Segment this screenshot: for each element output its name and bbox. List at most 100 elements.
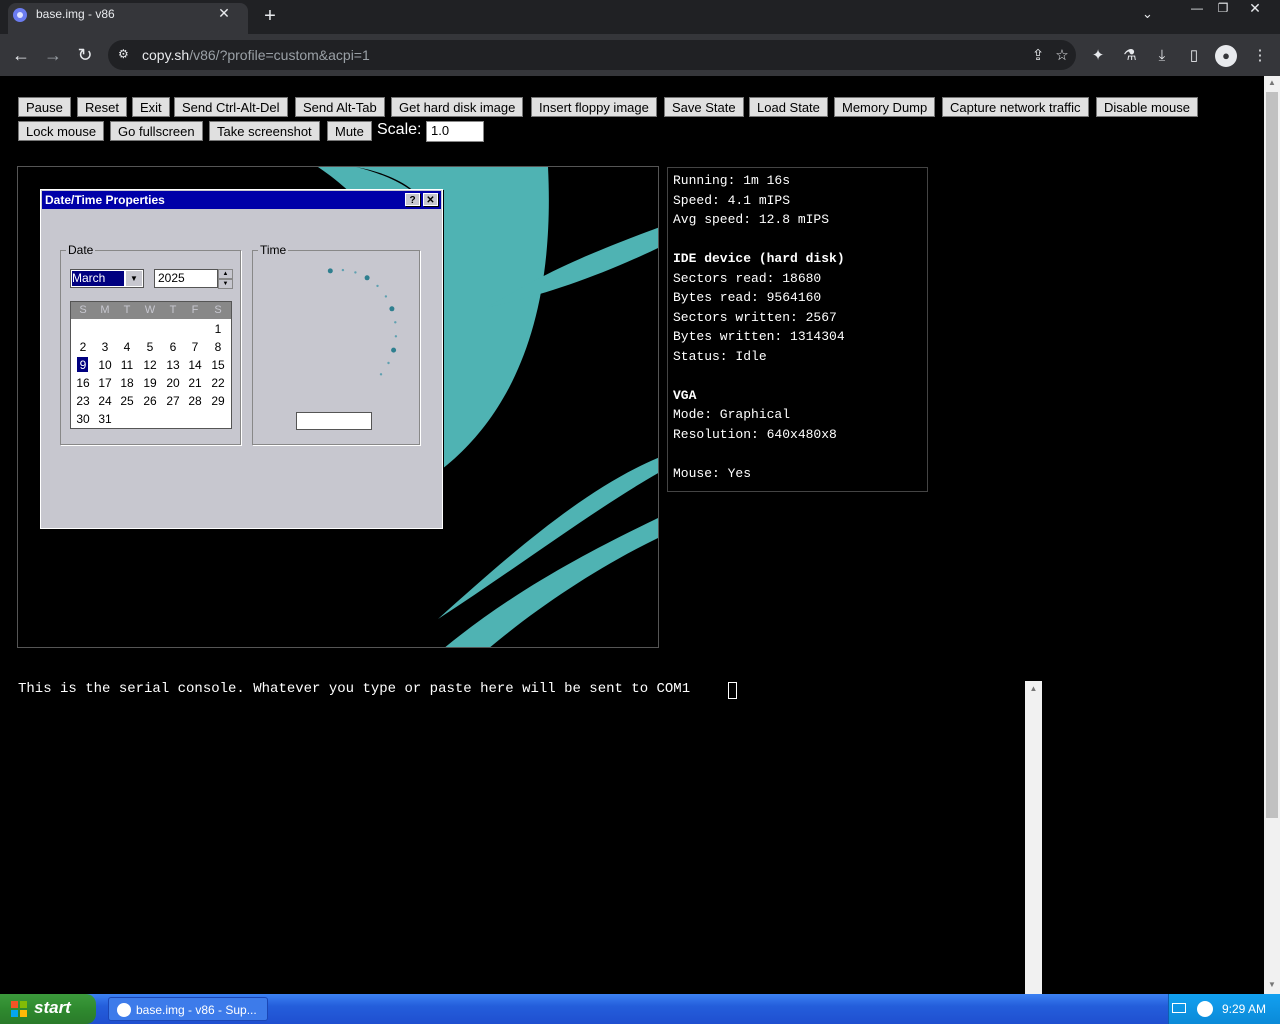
save-state-button[interactable]: Save State [664,97,744,117]
window-restore-icon[interactable]: ❐ [1208,0,1238,18]
share-icon[interactable]: ⇪ [1028,46,1048,66]
calendar-day[interactable]: 26 [139,392,161,410]
new-tab-icon[interactable]: + [258,5,282,27]
dialog-help-button[interactable]: ? [405,193,420,206]
calendar-day[interactable]: 17 [94,374,116,392]
exit-button[interactable]: Exit [132,97,170,117]
calendar-day-name: F [191,304,199,316]
serial-console[interactable] [17,681,1042,994]
calendar-day[interactable]: 25 [116,392,138,410]
calendar-day[interactable]: 13 [162,356,184,374]
serial-scrollbar[interactable] [1025,681,1042,994]
calendar-day[interactable]: 24 [94,392,116,410]
calendar-day[interactable]: 16 [72,374,94,392]
reload-icon[interactable]: ↻ [74,44,96,66]
go-fullscreen-button[interactable]: Go fullscreen [110,121,203,141]
calendar-day[interactable]: 20 [162,374,184,392]
calendar-day[interactable]: 1 [207,320,229,338]
stat-sectors-read: Sectors read: 18680 [673,271,822,286]
back-icon[interactable]: ← [10,44,32,66]
stat-vga-heading: VGA [673,388,697,403]
clock-tick [391,347,397,353]
send-ctrl-alt-del-button[interactable]: Send Ctrl-Alt-Del [174,97,288,117]
calendar-day[interactable]: 23 [72,392,94,410]
bookmark-star-icon[interactable]: ☆ [1052,46,1072,66]
clock-tick [394,321,397,324]
tab-search-chevron-icon[interactable]: ⌄ [1142,6,1153,22]
calendar-day[interactable]: 5 [139,338,161,356]
load-state-button[interactable]: Load State [749,97,828,117]
clock-tick [384,295,388,298]
forward-icon[interactable]: → [42,44,64,66]
stat-sectors-written: Sectors written: 2567 [673,310,837,325]
memory-dump-button[interactable]: Memory Dump [834,97,936,117]
profile-avatar-icon[interactable]: ● [1215,45,1237,67]
calendar-day[interactable]: 10 [94,356,116,374]
tab-close-icon[interactable]: ✕ [216,5,232,22]
calendar-day[interactable]: 31 [94,410,116,428]
calendar-day-name: S [214,304,222,316]
date-group-label: Date [66,243,96,257]
calendar-day[interactable]: 3 [94,338,116,356]
insert-floppy-image-button[interactable]: Insert floppy image [531,97,657,117]
calendar-day[interactable]: 4 [116,338,138,356]
time-input[interactable] [296,412,372,430]
disable-mouse-button[interactable]: Disable mouse [1096,97,1198,117]
calendar-day[interactable]: 18 [116,374,138,392]
year-spin-up-icon[interactable]: ▲ [218,269,233,279]
calendar-day[interactable]: 2 [72,338,94,356]
calendar-day[interactable]: 28 [184,392,206,410]
take-screenshot-button[interactable]: Take screenshot [209,121,320,141]
scroll-down-arrow-icon[interactable]: ▼ [1264,980,1280,992]
extensions-puzzle-icon[interactable]: ✦ [1088,46,1108,66]
text-cursor [728,682,737,699]
get-hard-disk-image-button[interactable]: Get hard disk image [391,97,524,117]
calendar-day[interactable]: 21 [184,374,206,392]
calendar-day[interactable]: 15 [207,356,229,374]
reset-button[interactable]: Reset [77,97,127,117]
calendar-day[interactable]: 7 [184,338,206,356]
calendar-day[interactable]: 9 [72,356,94,374]
calendar-day[interactable]: 29 [207,392,229,410]
url-text[interactable]: copy.sh/v86/?profile=custom&acpi=1 [142,47,370,63]
calendar-day[interactable]: 11 [116,356,138,374]
clock-tick [394,335,398,338]
browser-app-icon [117,1003,131,1017]
labs-flask-icon[interactable]: ⚗ [1120,46,1140,66]
pause-button[interactable]: Pause [18,97,71,117]
dialog-close-button[interactable]: ✕ [423,193,438,206]
site-info-icon[interactable]: ⚙ [118,47,132,61]
calendar-day[interactable]: 8 [207,338,229,356]
network-tray-icon[interactable] [1197,1001,1213,1017]
capture-network-traffic-button[interactable]: Capture network traffic [942,97,1089,117]
mute-button[interactable]: Mute [327,121,372,141]
stat-bytes-written: Bytes written: 1314304 [673,329,845,344]
clock-tick [376,284,379,288]
side-panel-icon[interactable]: ▯ [1184,46,1204,66]
keyboard-tray-icon[interactable] [1172,1003,1186,1013]
calendar-day[interactable]: 14 [184,356,206,374]
page-scroll-thumb[interactable] [1266,92,1278,818]
dropdown-arrow-icon[interactable]: ▼ [126,271,142,286]
calendar-day[interactable]: 22 [207,374,229,392]
calendar-day[interactable]: 27 [162,392,184,410]
taskbar-clock: 9:29 AM [1222,1002,1267,1016]
serial-scroll-up-icon[interactable]: ▲ [1025,684,1042,693]
dialog-title: Date/Time Properties [45,193,165,207]
scroll-up-arrow-icon[interactable]: ▲ [1264,78,1280,90]
lock-mouse-button[interactable]: Lock mouse [18,121,105,141]
clock-tick [327,268,333,274]
clock-tick [364,275,370,281]
year-input[interactable]: 2025 [154,269,218,288]
window-close-icon[interactable]: ✕ [1240,0,1270,18]
calendar-day[interactable]: 30 [72,410,94,428]
calendar-day[interactable]: 12 [139,356,161,374]
scale-input[interactable]: 1.0 [426,121,484,142]
download-icon[interactable]: ⤓ [1152,46,1172,66]
year-spin-down-icon[interactable]: ▼ [218,279,233,289]
send-alt-tab-button[interactable]: Send Alt-Tab [295,97,385,117]
calendar-day[interactable]: 19 [139,374,161,392]
serial-console-text: This is the serial console. Whatever you… [18,681,691,697]
calendar-day[interactable]: 6 [162,338,184,356]
browser-menu-icon[interactable]: ⋮ [1250,46,1270,66]
